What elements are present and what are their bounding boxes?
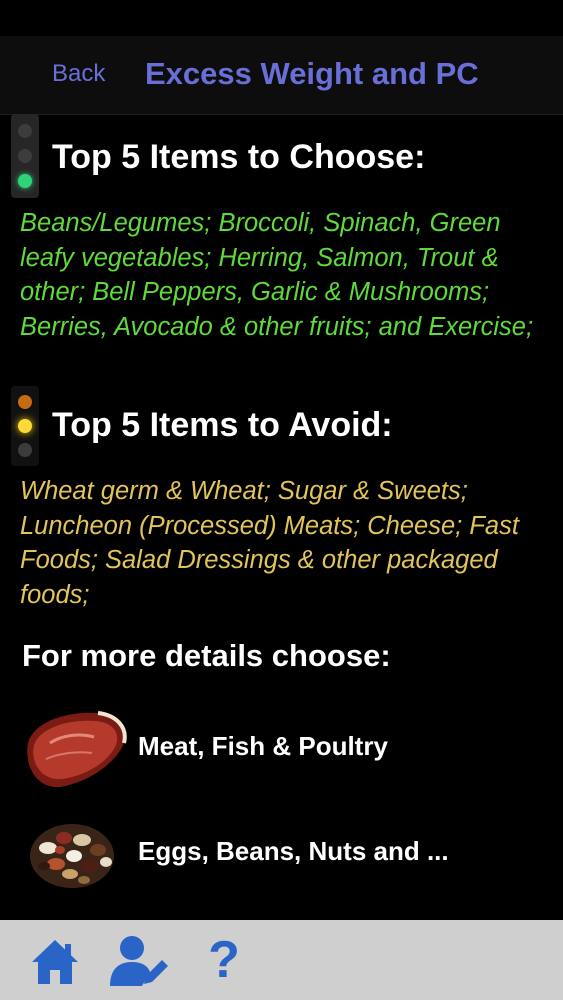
detail-item-meat-fish-poultry[interactable]: Meat, Fish & Poultry <box>20 703 540 793</box>
steak-icon <box>27 711 127 788</box>
home-icon[interactable] <box>30 932 80 988</box>
details-heading: For more details choose: <box>22 638 391 673</box>
tab-bar: ? <box>0 920 563 1000</box>
choose-heading: Top 5 Items to Choose: <box>52 138 426 176</box>
detail-item-label: Eggs, Beans, Nuts and ... <box>138 836 449 866</box>
yellow-traffic-light-icon <box>11 386 39 466</box>
navigation-bar: Back Excess Weight and PC <box>0 36 563 115</box>
avoid-heading: Top 5 Items to Avoid: <box>52 406 393 444</box>
traffic-lamp-yellow-off <box>18 148 32 163</box>
traffic-lamp-green-off <box>18 443 32 457</box>
detail-item-label: Meat, Fish & Poultry <box>138 731 388 761</box>
traffic-lamp-red-off <box>18 123 32 138</box>
green-traffic-light-icon <box>11 114 39 198</box>
back-button[interactable]: Back <box>52 60 105 88</box>
profile-edit-icon[interactable] <box>108 932 170 988</box>
page-title: Excess Weight and PC <box>145 56 479 91</box>
choose-list-text: Beans/Legumes; Broccoli, Spinach, Green … <box>20 209 534 341</box>
traffic-lamp-red-dim <box>18 395 32 409</box>
traffic-lamp-green-on <box>18 174 32 189</box>
avoid-list-text: Wheat germ & Wheat; Sugar & Sweets; Lunc… <box>20 477 519 609</box>
help-icon[interactable]: ? <box>204 932 244 988</box>
traffic-lamp-yellow-on <box>18 419 32 433</box>
detail-item-eggs-beans-nuts[interactable]: Eggs, Beans, Nuts and ... <box>20 808 540 898</box>
beans-icon <box>30 824 114 888</box>
status-bar <box>0 0 563 36</box>
